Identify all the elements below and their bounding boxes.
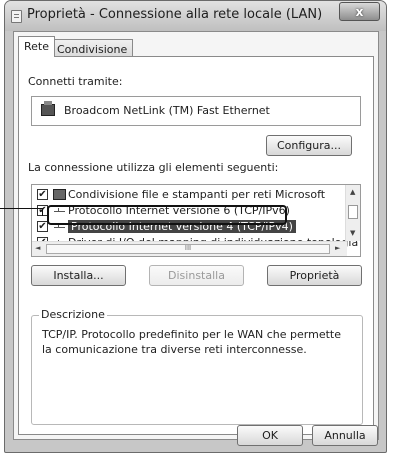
properties-button[interactable]: Proprietà xyxy=(267,265,362,286)
connect-via-label: Connetti tramite: xyxy=(28,75,123,88)
items-label: La connessione utilizza gli elementi seg… xyxy=(28,161,279,174)
checkbox[interactable]: ✔ xyxy=(37,189,48,200)
checkbox[interactable]: ✔ xyxy=(37,221,48,232)
network-properties-icon xyxy=(11,10,22,23)
install-button[interactable]: Installa... xyxy=(31,265,126,286)
dialog-content: Rete Condivisione Connetti tramite: Broa… xyxy=(13,31,379,440)
uninstall-button[interactable]: Disinstalla xyxy=(149,265,244,286)
cancel-button[interactable]: Annulla xyxy=(312,425,378,446)
title-bar[interactable]: Proprietà - Connessione alla rete locale… xyxy=(5,1,386,31)
scroll-down-icon[interactable]: ▼ xyxy=(350,229,355,237)
horizontal-scroll-thumb[interactable]: III xyxy=(46,244,330,254)
network-adapter-icon xyxy=(41,101,55,116)
vertical-scroll-thumb[interactable] xyxy=(348,205,358,219)
horizontal-scrollbar[interactable]: ◄ III ► xyxy=(32,241,347,256)
tab-panel-rete: Connetti tramite: Broadcom NetLink (TM) … xyxy=(18,56,374,435)
scroll-left-icon[interactable]: ◄ xyxy=(35,244,40,252)
description-group: Descrizione TCP/IP. Protocollo predefini… xyxy=(31,308,363,425)
scroll-right-icon[interactable]: ► xyxy=(335,244,340,252)
tab-rete[interactable]: Rete xyxy=(18,36,55,57)
share-icon xyxy=(53,189,66,200)
description-title: Descrizione xyxy=(39,308,107,321)
scroll-up-icon[interactable]: ▲ xyxy=(350,188,355,196)
properties-dialog: Proprietà - Connessione alla rete locale… xyxy=(4,0,387,453)
description-text: TCP/IP. Protocollo predefinito per le WA… xyxy=(42,328,341,356)
adapter-box: Broadcom NetLink (TM) Fast Ethernet xyxy=(31,96,361,126)
adapter-name: Broadcom NetLink (TM) Fast Ethernet xyxy=(64,104,270,117)
configure-button[interactable]: Configura... xyxy=(266,135,352,156)
ok-button[interactable]: OK xyxy=(237,425,303,446)
close-button[interactable]: x xyxy=(339,2,380,21)
callout-pointer-line xyxy=(0,208,43,216)
vertical-scrollbar[interactable]: ▲ ▼ xyxy=(345,185,360,241)
selection-highlight-frame xyxy=(47,205,287,225)
list-item-label: Condivisione file e stampanti per reti M… xyxy=(68,188,326,201)
list-item[interactable]: ✔ Condivisione file e stampanti per reti… xyxy=(32,187,342,203)
window-title: Proprietà - Connessione alla rete locale… xyxy=(27,7,323,22)
